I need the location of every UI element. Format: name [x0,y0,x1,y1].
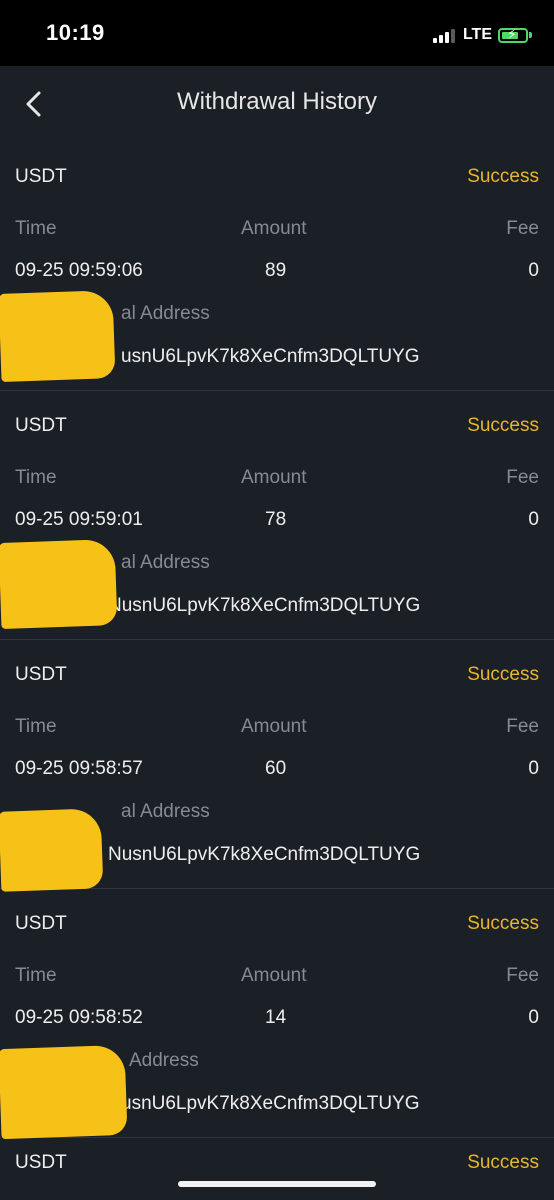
record-address: NusnU6LpvK7k8XeCnfm3DQLTUYG [108,595,421,616]
amount-label: Amount [241,965,307,986]
record-address: NusnU6LpvK7k8XeCnfm3DQLTUYG [108,844,421,865]
amount-label: Amount [241,218,307,239]
record-fee: 0 [528,509,539,530]
status-indicators: LTE ⚡ [432,24,532,46]
record-currency: USDT [15,415,67,436]
record-fee: 0 [528,758,539,779]
redaction-mark [0,1044,128,1140]
fee-label: Fee [506,716,539,737]
address-label: Address [129,1050,199,1071]
record-currency: USDT [15,1152,67,1173]
address-label: al Address [121,303,210,324]
withdrawal-record[interactable]: USDT Success Time Amount Fee 09-25 09:59… [0,142,554,391]
withdrawal-list: USDT Success Time Amount Fee 09-25 09:59… [0,142,554,1198]
record-fee: 0 [528,260,539,281]
redaction-mark [0,290,116,382]
battery-cap [529,32,532,38]
signal-icon [432,27,457,43]
record-time: 09-25 09:59:01 [15,509,143,530]
record-amount: 60 [265,758,287,779]
record-status: Success [467,1152,539,1173]
record-status: Success [467,166,539,187]
home-indicator [178,1181,376,1187]
record-amount: 14 [265,1007,287,1028]
withdrawal-record[interactable]: USDT Success Time Amount Fee 09-25 09:59… [0,391,554,640]
address-label: al Address [121,552,210,573]
record-fee: 0 [528,1007,539,1028]
record-time: 09-25 09:58:57 [15,758,143,779]
amount-label: Amount [241,716,307,737]
network-type: LTE [462,26,492,43]
withdrawal-record[interactable]: USDT Success [0,1138,554,1198]
record-time: 09-25 09:59:06 [15,260,143,281]
record-currency: USDT [15,664,67,685]
page-title: Withdrawal History [176,88,378,115]
record-currency: USDT [15,913,67,934]
record-amount: 89 [265,260,287,281]
withdrawal-record[interactable]: USDT Success Time Amount Fee 09-25 09:58… [0,889,554,1140]
withdrawal-record[interactable]: USDT Success Time Amount Fee 09-25 09:58… [0,640,554,892]
status-bar: 10:19 LTE ⚡ [0,0,554,66]
time-label: Time [15,716,57,737]
record-currency: USDT [15,166,67,187]
address-label: al Address [121,801,210,822]
redaction-mark [0,808,104,892]
time-label: Time [15,467,57,488]
nav-bar: Withdrawal History [0,66,554,142]
fee-label: Fee [506,467,539,488]
status-time: 10:19 [46,20,105,45]
record-status: Success [467,664,539,685]
fee-label: Fee [506,965,539,986]
record-address: usnU6LpvK7k8XeCnfm3DQLTUYG [121,346,420,367]
time-label: Time [15,218,57,239]
time-label: Time [15,965,57,986]
battery-icon: ⚡ [498,26,528,43]
amount-label: Amount [241,467,307,488]
fee-label: Fee [506,218,539,239]
redaction-mark [0,539,118,629]
record-amount: 78 [265,509,287,530]
record-time: 09-25 09:58:52 [15,1007,143,1028]
record-address: usnU6LpvK7k8XeCnfm3DQLTUYG [121,1093,420,1114]
record-status: Success [467,913,539,934]
record-status: Success [467,415,539,436]
